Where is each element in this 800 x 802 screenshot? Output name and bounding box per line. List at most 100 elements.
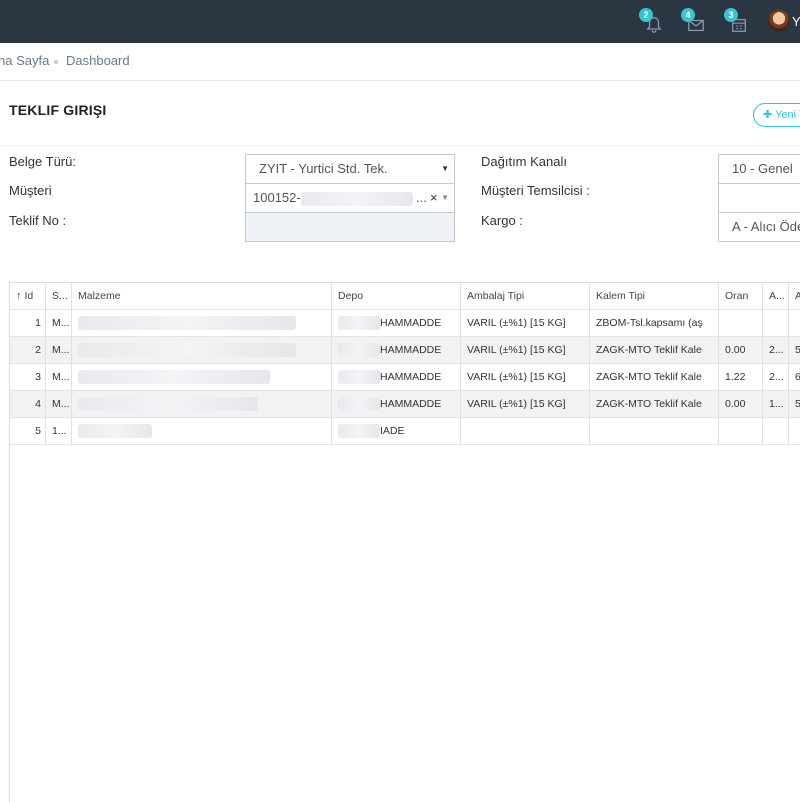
cell-a2[interactable]: 6 [789, 364, 800, 390]
new-quote-button[interactable]: ✚ Yeni T [753, 103, 800, 127]
cell-a2[interactable] [789, 418, 800, 444]
musteri-label: Müşteri [9, 183, 52, 198]
dagitim-kanali-select[interactable]: 10 - Genel [718, 154, 800, 184]
messages-button[interactable]: 4 [681, 8, 705, 32]
cell-id[interactable]: 1 [10, 310, 46, 336]
messages-badge: 4 [681, 8, 695, 22]
depo-value: HAMMADDE [380, 398, 442, 410]
cell-ambalaj-tipi[interactable] [461, 418, 590, 444]
cell-malzeme[interactable] [72, 391, 332, 417]
table-row[interactable]: 5 1... IADE [10, 418, 800, 445]
cell-s[interactable]: M... [46, 310, 72, 336]
page-title: TEKLIF GIRIŞI [9, 102, 107, 118]
cell-oran[interactable] [719, 418, 763, 444]
cell-id[interactable]: 2 [10, 337, 46, 363]
cell-a1[interactable] [763, 418, 789, 444]
cell-ambalaj-tipi[interactable]: VARIL (±%1) [15 KG] [461, 364, 590, 390]
column-header-s[interactable]: S... [46, 283, 72, 309]
cell-s[interactable]: M... [46, 391, 72, 417]
cell-a1[interactable] [763, 310, 789, 336]
redacted-text [78, 370, 270, 385]
arrow-up-icon: ↑ [16, 290, 22, 302]
cell-a2[interactable]: 5 [789, 337, 800, 363]
cell-oran[interactable]: 1.22 [719, 364, 763, 390]
cell-ambalaj-tipi[interactable]: VARIL (±%1) [15 KG] [461, 391, 590, 417]
depo-value: HAMMADDE [380, 344, 442, 356]
musteri-temsilcisi-label: Müşteri Temsilcisi : [481, 183, 590, 198]
kargo-value: A - Alıcı Öde [732, 219, 800, 234]
cell-a1[interactable]: 2... [763, 337, 789, 363]
column-header-a2[interactable]: A [789, 283, 800, 309]
cell-depo[interactable]: HAMMADDE [332, 391, 461, 417]
redacted-text [78, 343, 296, 358]
column-header-ambalaj-tipi[interactable]: Ambalaj Tipi [461, 283, 590, 309]
cell-malzeme[interactable] [72, 337, 332, 363]
cell-malzeme[interactable] [72, 418, 332, 444]
clear-icon[interactable]: × [430, 184, 438, 212]
cell-s[interactable]: 1... [46, 418, 72, 444]
belge-turu-label: Belge Türü: [9, 154, 76, 169]
dagitim-kanali-label: Dağıtım Kanalı [481, 154, 567, 169]
table-row[interactable]: 2 M... HAMMADDE VARIL (±%1) [15 KG] ZAGK-MTO… [10, 337, 800, 364]
kargo-label: Kargo : [481, 213, 523, 228]
cell-oran[interactable] [719, 310, 763, 336]
cell-kalem-tipi[interactable]: ZBOM-Tsl.kapsamı (aş [590, 310, 719, 336]
dropdown-caret-icon: ▼ [441, 164, 449, 173]
cell-a2[interactable]: 5 [789, 391, 800, 417]
cell-kalem-tipi[interactable] [590, 418, 719, 444]
cell-id[interactable]: 3 [10, 364, 46, 390]
cell-kalem-tipi[interactable]: ZAGK-MTO Teklif Kale [590, 364, 719, 390]
column-header-depo[interactable]: Depo [332, 283, 461, 309]
notifications-button[interactable]: 2 [639, 8, 663, 33]
column-header-id[interactable]: ↑ Id [10, 283, 46, 309]
cell-kalem-tipi[interactable]: ZAGK-MTO Teklif Kale [590, 391, 719, 417]
cell-ambalaj-tipi[interactable]: VARIL (±%1) [15 KG] [461, 337, 590, 363]
cell-oran[interactable]: 0.00 [719, 337, 763, 363]
tasks-button[interactable]: 3 [724, 8, 748, 32]
redacted-text [338, 316, 380, 331]
cell-a2[interactable] [789, 310, 800, 336]
table-row[interactable]: 3 M... HAMMADDE VARIL (±%1) [15 KG] ZAGK-MTO… [10, 364, 800, 391]
musteri-value: 100152- [253, 190, 301, 205]
depo-value: IADE [380, 425, 405, 437]
column-header-kalem-tipi[interactable]: Kalem Tipi [590, 283, 719, 309]
belge-turu-select[interactable]: ZYIT - Yurtici Std. Tek. ▼ [245, 154, 455, 184]
cell-malzeme[interactable] [72, 364, 332, 390]
column-header-oran[interactable]: Oran [719, 283, 763, 309]
musteri-select[interactable]: 100152- ... × ▼ [245, 183, 455, 213]
cell-depo[interactable]: HAMMADDE [332, 337, 461, 363]
cell-id[interactable]: 4 [10, 391, 46, 417]
redacted-text [78, 397, 258, 412]
cell-a1[interactable]: 2... [763, 364, 789, 390]
grid-header-row: ↑ Id S... Malzeme Depo Ambalaj Tipi Kalem… [10, 283, 800, 310]
redacted-text [300, 191, 413, 206]
notifications-badge: 2 [639, 8, 653, 22]
cell-id[interactable]: 5 [10, 418, 46, 444]
breadcrumb-home-link[interactable]: na Sayfa [0, 53, 49, 68]
cell-malzeme[interactable] [72, 310, 332, 336]
teklif-no-input[interactable] [245, 212, 455, 242]
kargo-select[interactable]: A - Alıcı Öde [718, 212, 800, 242]
user-name[interactable]: Yi [792, 14, 800, 29]
cell-ambalaj-tipi[interactable]: VARIL (±%1) [15 KG] [461, 310, 590, 336]
table-row[interactable]: 4 M... HAMMADDE VARIL (±%1) [15 KG] ZAGK-MTO… [10, 391, 800, 418]
musteri-temsilcisi-select[interactable] [718, 183, 800, 213]
cell-s[interactable]: M... [46, 364, 72, 390]
cell-depo[interactable]: HAMMADDE [332, 364, 461, 390]
cell-kalem-tipi[interactable]: ZAGK-MTO Teklif Kale [590, 337, 719, 363]
redacted-text [338, 397, 380, 412]
top-navbar: 2 4 3 Yi [0, 0, 800, 43]
column-header-a1[interactable]: A... [763, 283, 789, 309]
cell-depo[interactable]: HAMMADDE [332, 310, 461, 336]
dropdown-caret-icon: ▼ [441, 193, 449, 202]
table-row[interactable]: 1 M... HAMMADDE VARIL (±%1) [15 KG] ZBOM-Tsl… [10, 310, 800, 337]
user-avatar[interactable] [768, 10, 790, 32]
teklif-no-label: Teklif No : [9, 213, 67, 228]
cell-a1[interactable]: 1... [763, 391, 789, 417]
cell-s[interactable]: M... [46, 337, 72, 363]
column-header-malzeme[interactable]: Malzeme [72, 283, 332, 309]
new-quote-button-label: Yeni T [775, 109, 800, 121]
breadcrumb-dashboard[interactable]: Dashboard [66, 53, 130, 68]
cell-depo[interactable]: IADE [332, 418, 461, 444]
cell-oran[interactable]: 0.00 [719, 391, 763, 417]
